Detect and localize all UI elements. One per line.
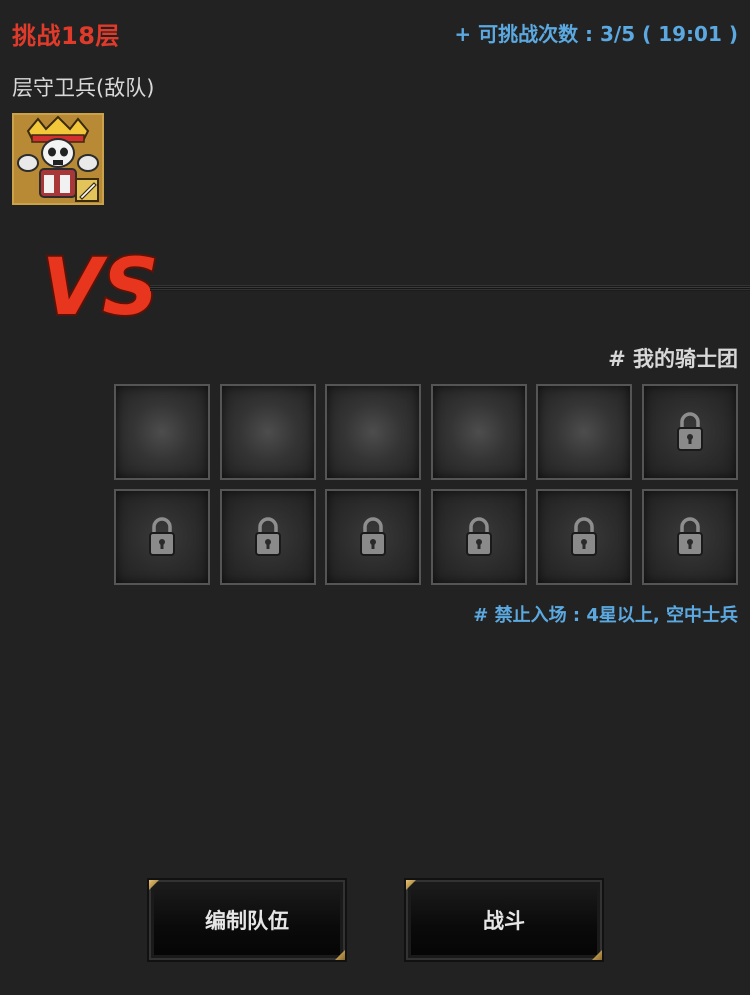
edit-team-button-label: 编制队伍 xyxy=(205,909,289,933)
lock-icon xyxy=(149,517,175,556)
team-slot-7[interactable] xyxy=(114,489,210,585)
team-slot-6[interactable] xyxy=(641,384,738,480)
entry-restriction-note: # 禁止入场 : 4星以上, 空中士兵 xyxy=(473,605,738,626)
team-slot-10[interactable] xyxy=(430,489,527,585)
team-slot-4[interactable] xyxy=(430,384,527,480)
floor-title: 挑战18层 xyxy=(12,22,120,50)
fight-button-label: 战斗 xyxy=(483,909,525,933)
team-slot-11[interactable] xyxy=(536,489,632,585)
team-slot-1[interactable] xyxy=(114,384,210,480)
team-slot-grid xyxy=(114,384,738,585)
team-slot-9[interactable] xyxy=(325,489,421,585)
lock-icon xyxy=(465,517,492,556)
team-slot-5[interactable] xyxy=(536,384,632,480)
team-slot-12[interactable] xyxy=(641,489,738,585)
lock-icon xyxy=(676,517,703,556)
attempts-counter[interactable]: + 可挑战次数 : 3/5 ( 19:01 ) xyxy=(454,18,738,47)
my-team-label: # 我的骑士团 xyxy=(608,347,738,371)
vs-divider xyxy=(150,285,750,291)
enemy-team-label: 层守卫兵(敌队) xyxy=(12,76,155,100)
team-slot-2[interactable] xyxy=(219,384,316,480)
team-slot-8[interactable] xyxy=(219,489,316,585)
lock-icon xyxy=(676,412,703,451)
fight-button[interactable]: 战斗 xyxy=(406,880,602,960)
vs-logo: VS xyxy=(40,241,158,330)
lock-icon xyxy=(571,517,597,556)
lock-icon xyxy=(360,517,386,556)
edit-team-button[interactable]: 编制队伍 xyxy=(149,880,345,960)
vs-text: VS xyxy=(42,243,158,330)
enemy-guard-portrait[interactable] xyxy=(12,113,104,205)
skeleton-warrior-icon xyxy=(14,115,102,203)
team-slot-3[interactable] xyxy=(325,384,421,480)
lock-icon xyxy=(254,517,281,556)
